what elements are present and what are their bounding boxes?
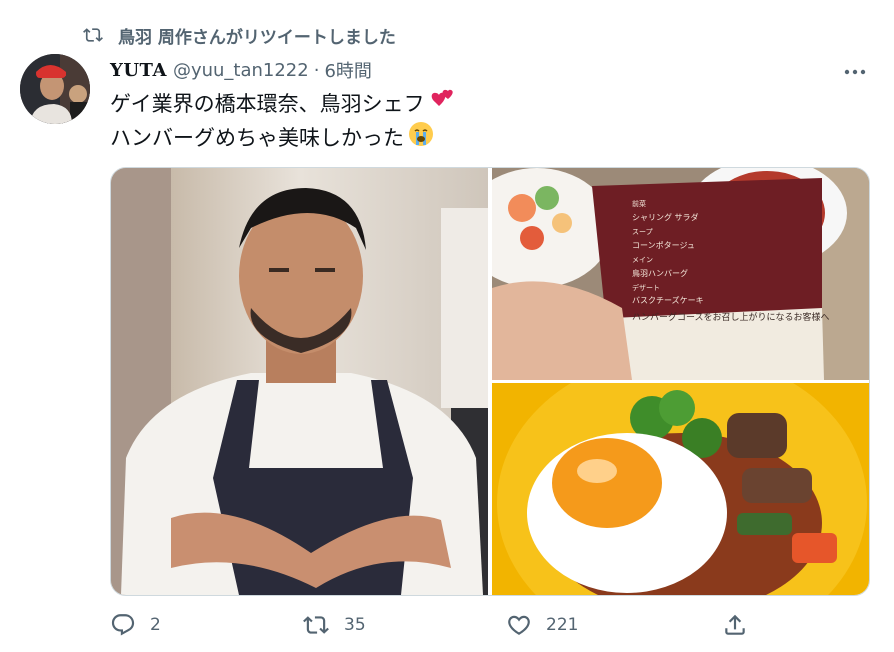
retweet-context[interactable]: 鳥羽 周作さんがリツイートしました: [82, 22, 396, 48]
media-grid: ハンバーグコースをお召し上がりになるお客様へ 前菜 シャリング サラダ スープ …: [110, 167, 870, 596]
more-options-button[interactable]: [840, 58, 870, 80]
like-button[interactable]: 221: [506, 612, 578, 638]
heart-icon: [506, 612, 532, 638]
menu-item-5: メイン: [632, 256, 653, 264]
retweet-action-icon: [302, 612, 330, 638]
menu-card-bottom-text: ハンバーグコースをお召し上がりになるお客様へ: [632, 311, 830, 323]
loudly-crying-face-icon: [408, 121, 434, 156]
separator: ·: [313, 59, 320, 81]
tweet-header: YUTA @yuu_tan1222 · 6時間: [110, 56, 372, 84]
reply-count: 2: [150, 615, 161, 635]
two-hearts-icon: [429, 88, 455, 121]
menu-item-4: コーンポタージュ: [632, 241, 695, 250]
avatar[interactable]: [20, 54, 90, 124]
menu-item-2: シャリング サラダ: [632, 212, 699, 222]
retweet-button[interactable]: 35: [302, 612, 366, 638]
retweet-icon: [82, 25, 104, 45]
chef-portrait-image[interactable]: [111, 168, 488, 595]
display-name[interactable]: YUTA: [110, 60, 167, 81]
timestamp[interactable]: 6時間: [324, 57, 371, 83]
menu-item-7: デザート: [632, 283, 660, 292]
tweet-actions: 2 35 221: [110, 612, 870, 644]
hamburger-steak-image[interactable]: [492, 383, 869, 595]
tweet-text-line2: ハンバーグめちゃ美味しかった: [110, 126, 404, 150]
menu-item-8: バスクチーズケーキ: [632, 295, 704, 305]
menu-item-6: 鳥羽ハンバーグ: [632, 268, 688, 278]
share-icon: [722, 612, 748, 638]
share-button[interactable]: [722, 612, 748, 638]
tweet-text-line1: ゲイ業界の橋本環奈、鳥羽シェフ: [110, 92, 425, 116]
menu-item-3: スープ: [632, 228, 653, 236]
like-count: 221: [546, 615, 579, 635]
more-dots-icon: [844, 60, 866, 79]
tweet-text: ゲイ業界の橋本環奈、鳥羽シェフ ハンバーグめちゃ美味しかった: [110, 88, 455, 156]
reply-button[interactable]: 2: [110, 612, 161, 638]
reply-icon: [110, 612, 136, 638]
menu-card-image[interactable]: ハンバーグコースをお召し上がりになるお客様へ 前菜 シャリング サラダ スープ …: [492, 168, 869, 380]
user-handle[interactable]: @yuu_tan1222: [173, 60, 309, 81]
retweet-context-label[interactable]: 鳥羽 周作さんがリツイートしました: [118, 23, 396, 48]
menu-item-1: 前菜: [632, 199, 646, 208]
retweet-count: 35: [344, 615, 366, 635]
